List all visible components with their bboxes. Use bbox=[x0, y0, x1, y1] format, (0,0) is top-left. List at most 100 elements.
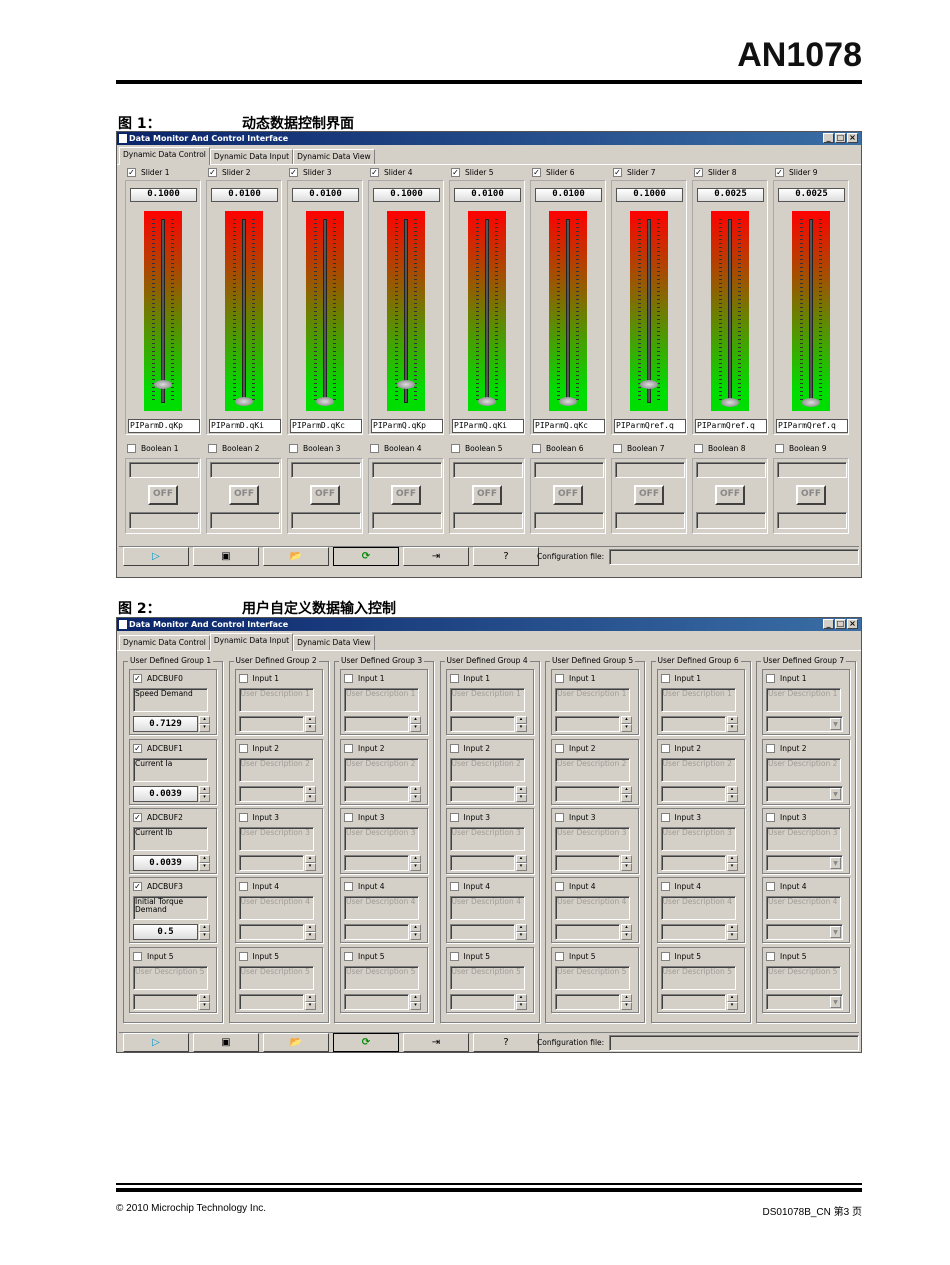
input-enable-checkbox[interactable]: Input 4 bbox=[555, 882, 596, 891]
input-enable-checkbox[interactable]: Input 1 bbox=[344, 674, 385, 683]
checkbox[interactable] bbox=[694, 444, 703, 453]
input-enable-checkbox[interactable]: Input 3 bbox=[449, 813, 490, 822]
value-field[interactable] bbox=[344, 924, 409, 940]
boolean-checkbox[interactable]: Boolean 8 bbox=[694, 444, 746, 453]
spin-down-icon[interactable]: ▾ bbox=[726, 794, 738, 802]
checkbox[interactable]: ✓ bbox=[532, 168, 541, 177]
checkbox[interactable] bbox=[370, 444, 379, 453]
refresh-button[interactable]: ⟳ bbox=[333, 547, 399, 566]
value-field[interactable] bbox=[449, 786, 515, 802]
input-enable-checkbox[interactable]: Input 2 bbox=[344, 744, 385, 753]
input-description[interactable]: User Description 4 bbox=[660, 896, 736, 920]
slider-thumb[interactable] bbox=[721, 398, 739, 408]
slider-enable-checkbox[interactable]: ✓ Slider 7 bbox=[613, 168, 656, 177]
value-field[interactable] bbox=[660, 994, 726, 1010]
slider-track[interactable] bbox=[468, 211, 506, 411]
spin-down-icon[interactable]: ▾ bbox=[621, 724, 632, 732]
input-description[interactable]: User Description 2 bbox=[555, 758, 630, 782]
value-field[interactable] bbox=[238, 855, 304, 871]
spin-up-icon[interactable]: ▴ bbox=[515, 855, 527, 863]
input-description[interactable]: User Description 2 bbox=[766, 758, 841, 782]
close-button[interactable]: × bbox=[847, 133, 858, 143]
checkbox[interactable]: ✓ bbox=[208, 168, 217, 177]
value-field[interactable] bbox=[555, 786, 620, 802]
spin-up-icon[interactable]: ▴ bbox=[304, 716, 316, 724]
checkbox[interactable]: ✓ bbox=[775, 168, 784, 177]
spin-down-icon[interactable]: ▾ bbox=[199, 932, 210, 940]
checkbox[interactable] bbox=[555, 813, 564, 822]
open-button[interactable]: 📂 bbox=[263, 1033, 329, 1052]
input-enable-checkbox[interactable]: Input 5 bbox=[133, 952, 174, 961]
input-enable-checkbox[interactable]: Input 2 bbox=[766, 744, 807, 753]
value-field[interactable] bbox=[449, 994, 515, 1010]
spin-up-icon[interactable]: ▴ bbox=[726, 716, 738, 724]
slider-enable-checkbox[interactable]: ✓ Slider 8 bbox=[694, 168, 737, 177]
checkbox[interactable] bbox=[766, 744, 775, 753]
checkbox[interactable] bbox=[613, 444, 622, 453]
value-dropdown[interactable]: ▼ bbox=[766, 924, 843, 940]
input-enable-checkbox[interactable]: Input 3 bbox=[555, 813, 596, 822]
tab-dynamic-data-view[interactable]: Dynamic Data View bbox=[293, 635, 375, 650]
checkbox[interactable] bbox=[344, 952, 353, 961]
input-enable-checkbox[interactable]: ✓ ADCBUF1 bbox=[133, 744, 183, 753]
slider-thumb[interactable] bbox=[397, 380, 415, 390]
boolean-checkbox[interactable]: Boolean 9 bbox=[775, 444, 827, 453]
checkbox[interactable]: ✓ bbox=[613, 168, 622, 177]
value-dropdown[interactable]: ▼ bbox=[766, 994, 843, 1010]
slider-track[interactable] bbox=[792, 211, 830, 411]
variable-name-field[interactable]: PIParmQref.q bbox=[695, 419, 767, 433]
chevron-down-icon[interactable]: ▼ bbox=[830, 788, 841, 800]
checkbox[interactable] bbox=[238, 674, 248, 683]
boolean-checkbox[interactable]: Boolean 2 bbox=[208, 444, 260, 453]
slider-enable-checkbox[interactable]: ✓ Slider 1 bbox=[127, 168, 170, 177]
variable-name-field[interactable]: PIParmQref.q bbox=[776, 419, 848, 433]
input-enable-checkbox[interactable]: Input 3 bbox=[344, 813, 385, 822]
value-field[interactable] bbox=[555, 994, 620, 1010]
checkbox[interactable]: ✓ bbox=[451, 168, 460, 177]
spin-up-icon[interactable]: ▴ bbox=[199, 994, 210, 1002]
slider-thumb[interactable] bbox=[802, 398, 820, 408]
input-enable-checkbox[interactable]: Input 2 bbox=[660, 744, 701, 753]
tab-dynamic-data-view[interactable]: Dynamic Data View bbox=[293, 149, 375, 164]
boolean-toggle-button[interactable]: OFF bbox=[472, 485, 502, 505]
spin-down-icon[interactable]: ▾ bbox=[304, 724, 316, 732]
input-description[interactable]: User Description 3 bbox=[555, 827, 630, 851]
slider-track[interactable] bbox=[549, 211, 587, 411]
spin-up-icon[interactable]: ▴ bbox=[199, 855, 210, 863]
chevron-down-icon[interactable]: ▼ bbox=[830, 857, 841, 869]
checkbox[interactable]: ✓ bbox=[370, 168, 379, 177]
input-enable-checkbox[interactable]: Input 1 bbox=[660, 674, 701, 683]
spin-up-icon[interactable]: ▴ bbox=[410, 924, 421, 932]
slider-thumb[interactable] bbox=[640, 380, 658, 390]
spin-up-icon[interactable]: ▴ bbox=[515, 994, 527, 1002]
checkbox[interactable] bbox=[344, 744, 353, 753]
exit-button[interactable]: ⇥ bbox=[403, 1033, 469, 1052]
tab-dynamic-data-control[interactable]: Dynamic Data Control bbox=[119, 635, 210, 650]
value-field[interactable] bbox=[449, 924, 515, 940]
minimize-button[interactable]: _ bbox=[823, 133, 834, 143]
boolean-checkbox[interactable]: Boolean 5 bbox=[451, 444, 503, 453]
input-enable-checkbox[interactable]: Input 4 bbox=[344, 882, 385, 891]
chevron-down-icon[interactable]: ▼ bbox=[830, 718, 841, 730]
checkbox[interactable] bbox=[555, 674, 564, 683]
checkbox[interactable] bbox=[660, 813, 670, 822]
checkbox[interactable]: ✓ bbox=[127, 168, 136, 177]
checkbox[interactable] bbox=[449, 952, 459, 961]
spin-down-icon[interactable]: ▾ bbox=[515, 1002, 527, 1010]
spin-down-icon[interactable]: ▾ bbox=[199, 724, 210, 732]
config-file-field[interactable] bbox=[609, 1035, 859, 1051]
spin-down-icon[interactable]: ▾ bbox=[515, 863, 527, 871]
checkbox[interactable] bbox=[449, 882, 459, 891]
variable-name-field[interactable]: PIParmQ.qKc bbox=[533, 419, 605, 433]
boolean-checkbox[interactable]: Boolean 1 bbox=[127, 444, 179, 453]
input-enable-checkbox[interactable]: Input 2 bbox=[555, 744, 596, 753]
checkbox[interactable] bbox=[238, 744, 248, 753]
input-enable-checkbox[interactable]: ✓ ADCBUF2 bbox=[133, 813, 183, 822]
slider-thumb[interactable] bbox=[235, 396, 253, 406]
input-description[interactable]: User Description 1 bbox=[449, 688, 525, 712]
checkbox[interactable] bbox=[238, 952, 248, 961]
input-description[interactable]: User Description 5 bbox=[766, 966, 841, 990]
variable-name-field[interactable]: PIParmQ.qKi bbox=[452, 419, 524, 433]
value-field[interactable] bbox=[133, 994, 198, 1010]
slider-thumb[interactable] bbox=[154, 380, 172, 390]
